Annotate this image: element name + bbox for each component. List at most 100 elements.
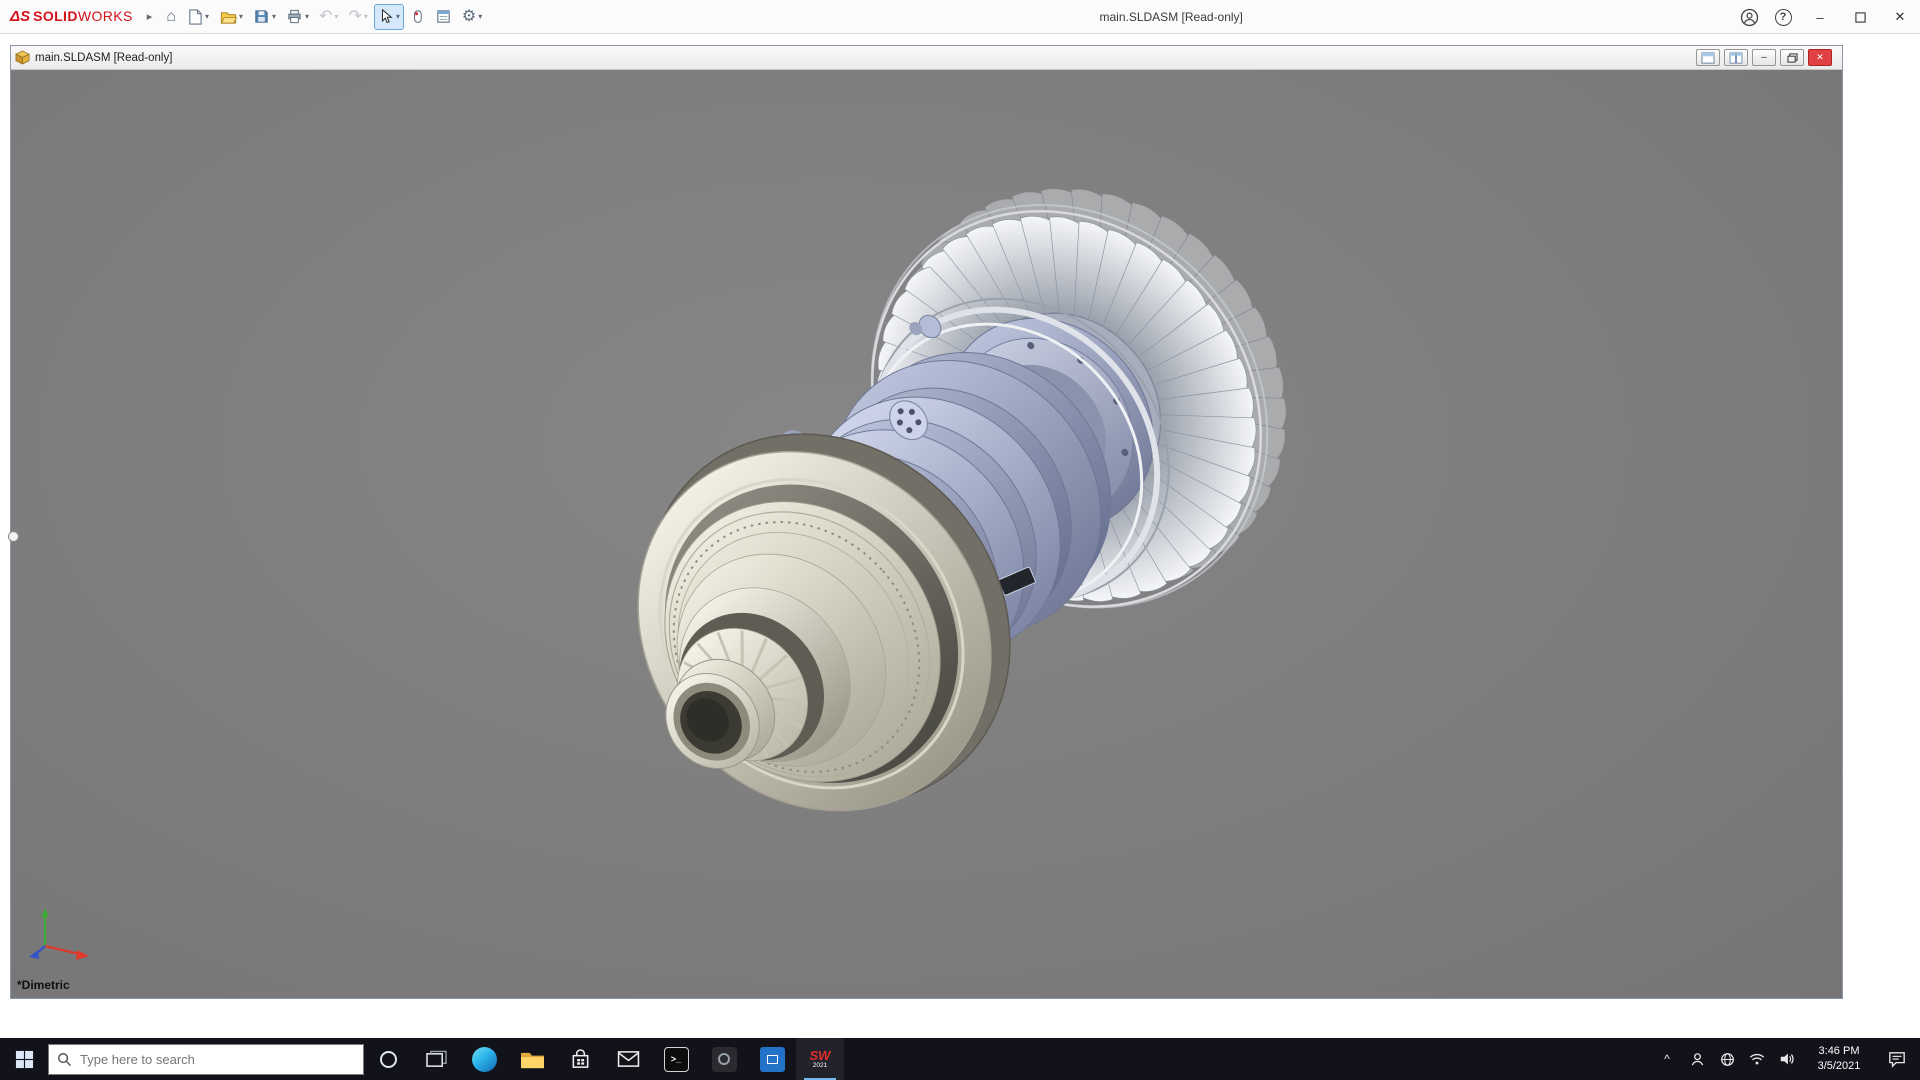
- file-explorer-button[interactable]: [508, 1038, 556, 1080]
- doc-minimize-button[interactable]: –: [1752, 49, 1776, 66]
- network-globe-icon: [1720, 1052, 1734, 1066]
- view-orientation-label: *Dimetric: [17, 978, 70, 992]
- z-axis-arrow: [29, 950, 39, 959]
- doc-restore-button[interactable]: [1780, 49, 1804, 66]
- solidworks-taskbar-button[interactable]: SW 2021: [796, 1038, 844, 1080]
- speaker-icon: [1780, 1053, 1794, 1065]
- doc-minimize-icon: –: [1761, 51, 1767, 63]
- action-center-icon: [1889, 1051, 1905, 1068]
- maximize-window-button[interactable]: [1840, 0, 1880, 34]
- new-window-icon: [1701, 51, 1715, 64]
- network-tray-button[interactable]: [1714, 1038, 1740, 1080]
- minimize-window-button[interactable]: –: [1800, 0, 1840, 34]
- people-tray-button[interactable]: [1684, 1038, 1710, 1080]
- mail-button[interactable]: [604, 1038, 652, 1080]
- ds-logo-icon: ΔS: [10, 8, 31, 25]
- doc-close-icon: ✕: [1816, 52, 1824, 62]
- open-button[interactable]: ▾: [215, 4, 247, 30]
- cortana-button[interactable]: [364, 1038, 412, 1080]
- solidworks-icon: SW 2021: [809, 1047, 831, 1069]
- cortana-icon: [379, 1050, 397, 1068]
- help-button[interactable]: ?: [1766, 0, 1800, 34]
- command-manager-button[interactable]: [431, 4, 456, 30]
- task-view-icon: [425, 1050, 447, 1067]
- desktop: ΔS SOLID WORKS ▸ ⌂ ▾ ▾ ▾ ▾ ↶ ▾ ↷ ▾ ▾ ⚙ ▾…: [0, 0, 1920, 1080]
- redo-button[interactable]: ↷ ▾: [344, 4, 371, 30]
- action-center-button[interactable]: [1878, 1038, 1916, 1080]
- graphics-viewport[interactable]: *Dimetric: [11, 70, 1842, 998]
- tile-windows-button[interactable]: [1724, 49, 1748, 66]
- terminal-icon: >_: [663, 1046, 689, 1072]
- undo-icon: ↶: [319, 7, 333, 25]
- options-button[interactable]: ⚙ ▾: [458, 4, 486, 30]
- command-manager-icon: [437, 10, 450, 23]
- home-button[interactable]: ⌂: [162, 4, 180, 30]
- clock-date: 3/5/2021: [1817, 1060, 1861, 1072]
- mouse-gestures-button[interactable]: [406, 4, 429, 30]
- account-button[interactable]: [1732, 0, 1766, 34]
- gear-icon: ⚙: [461, 7, 477, 25]
- titlebar-right-controls: ? – ✕: [1732, 0, 1920, 34]
- dark-app-icon: [711, 1046, 737, 1072]
- new-window-button[interactable]: [1696, 49, 1720, 66]
- store-icon: [572, 1048, 588, 1068]
- doc-close-button[interactable]: ✕: [1808, 49, 1832, 66]
- clock-time: 3:46 PM: [1818, 1045, 1860, 1058]
- orientation-triad[interactable]: [27, 904, 99, 964]
- new-document-icon: [189, 9, 202, 25]
- search-input[interactable]: [80, 1051, 355, 1067]
- edge-button[interactable]: [460, 1038, 508, 1080]
- taskbar-search[interactable]: [48, 1043, 364, 1075]
- remote-desktop-icon: [759, 1046, 785, 1072]
- maximize-icon: [1854, 11, 1866, 23]
- system-tray: ^ 3:46 PM 3/5/2021: [1654, 1038, 1920, 1080]
- save-icon: [255, 10, 268, 23]
- mouse-gestures-icon: [413, 9, 422, 23]
- chevron-up-icon: ^: [1664, 1052, 1670, 1066]
- edge-icon: [471, 1046, 497, 1072]
- terminal-button[interactable]: >_: [652, 1038, 700, 1080]
- new-document-button[interactable]: ▾: [182, 4, 213, 30]
- undo-button[interactable]: ↶ ▾: [315, 4, 342, 30]
- home-icon: ⌂: [166, 7, 176, 25]
- start-button[interactable]: [0, 1038, 48, 1080]
- remote-desktop-button[interactable]: [748, 1038, 796, 1080]
- document-titlebar[interactable]: main.SLDASM [Read-only] – ✕: [11, 46, 1842, 70]
- select-cursor-icon: [381, 8, 393, 24]
- task-view-button[interactable]: [412, 1038, 460, 1080]
- close-icon: ✕: [1894, 9, 1906, 24]
- minimize-icon: –: [1816, 9, 1824, 25]
- jet-engine-model: [637, 70, 1842, 812]
- panel-collapse-handle[interactable]: [8, 531, 19, 542]
- close-window-button[interactable]: ✕: [1880, 0, 1920, 34]
- tile-windows-icon: [1729, 51, 1743, 64]
- save-button[interactable]: ▾: [249, 4, 280, 30]
- person-icon: [1691, 1052, 1703, 1065]
- open-folder-icon: [220, 12, 237, 24]
- taskbar: >_ SW 2021 ^: [0, 1038, 1920, 1080]
- wifi-tray-button[interactable]: [1744, 1038, 1770, 1080]
- search-icon: [58, 1052, 72, 1066]
- select-button[interactable]: ▾: [373, 3, 404, 30]
- mail-icon: [617, 1051, 639, 1067]
- document-window: main.SLDASM [Read-only] – ✕ *Dimetric: [8, 45, 1843, 999]
- quick-access-toolbar: ⌂ ▾ ▾ ▾ ▾ ↶ ▾ ↷ ▾ ▾ ⚙ ▾: [162, 3, 486, 30]
- toolbar-expand-arrow[interactable]: ▸: [147, 10, 153, 23]
- solidworks-logo: ΔS SOLID WORKS: [10, 8, 133, 25]
- store-button[interactable]: [556, 1038, 604, 1080]
- y-axis-arrow: [41, 908, 49, 917]
- dark-app-button[interactable]: [700, 1038, 748, 1080]
- taskbar-clock[interactable]: 3:46 PM 3/5/2021: [1804, 1044, 1874, 1074]
- print-button[interactable]: ▾: [282, 4, 313, 30]
- windows-logo-icon: [15, 1050, 33, 1068]
- document-title: main.SLDASM [Read-only]: [35, 51, 173, 64]
- help-icon: ?: [1774, 8, 1792, 26]
- file-explorer-icon: [520, 1052, 544, 1068]
- document-window-controls: – ✕: [1696, 49, 1838, 66]
- tray-chevron-button[interactable]: ^: [1654, 1038, 1680, 1080]
- assembly-cube-icon: [15, 50, 30, 65]
- account-icon: [1740, 8, 1758, 26]
- window-title: main.SLDASM [Read-only]: [1099, 9, 1243, 24]
- app-titlebar: ΔS SOLID WORKS ▸ ⌂ ▾ ▾ ▾ ▾ ↶ ▾ ↷ ▾ ▾ ⚙ ▾…: [0, 0, 1920, 34]
- volume-tray-button[interactable]: [1774, 1038, 1800, 1080]
